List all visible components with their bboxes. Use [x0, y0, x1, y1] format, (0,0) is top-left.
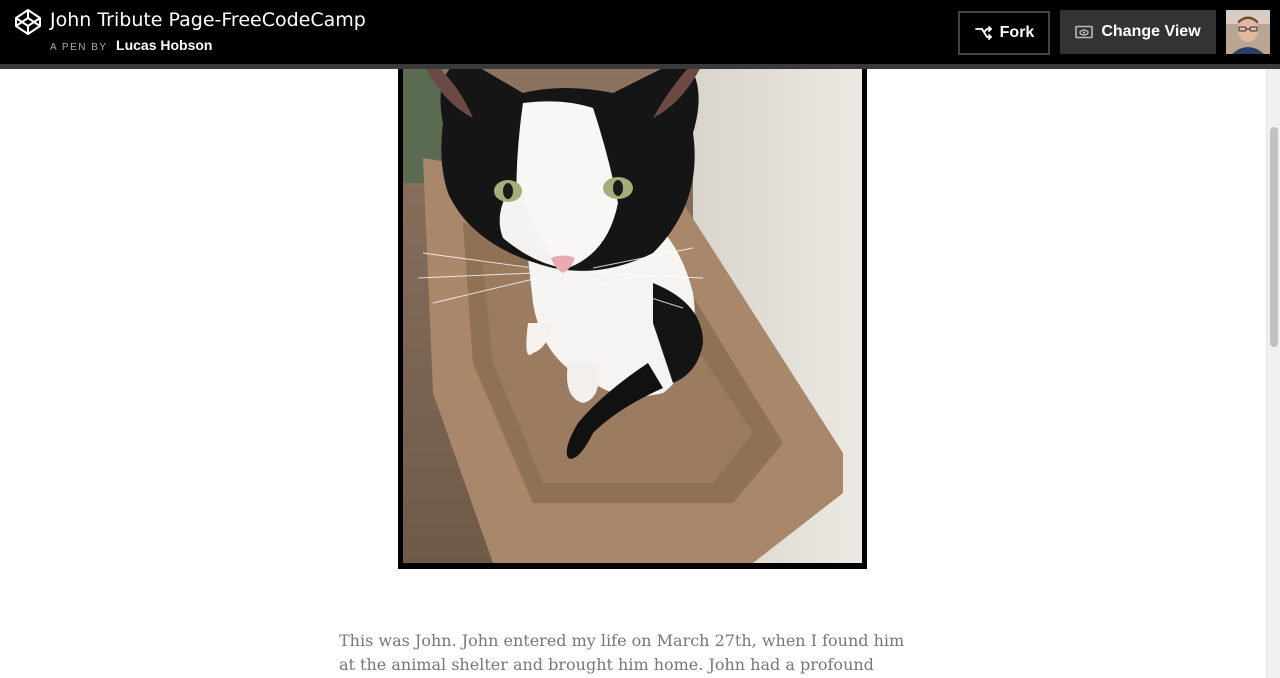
pen-title: John Tribute Page-FreeCodeCamp: [50, 9, 366, 31]
fork-icon: [974, 26, 992, 40]
scrollbar-thumb[interactable]: [1270, 127, 1278, 347]
vertical-scrollbar[interactable]: [1266, 69, 1280, 678]
byline-prefix: A PEN BY: [50, 42, 108, 53]
photo-frame: [398, 69, 867, 569]
change-view-button[interactable]: Change View: [1060, 10, 1216, 54]
pen-byline: A PEN BY Lucas Hobson: [50, 36, 213, 57]
change-view-label: Change View: [1101, 23, 1201, 40]
author-link[interactable]: Lucas Hobson: [116, 37, 212, 53]
fork-label: Fork: [999, 24, 1035, 41]
codepen-logo-icon[interactable]: [14, 8, 42, 36]
user-avatar[interactable]: [1226, 10, 1270, 54]
avatar-image: [1226, 10, 1270, 54]
pen-preview: This was John. John entered my life on M…: [0, 69, 1266, 678]
eye-icon: [1075, 25, 1094, 39]
codepen-header: John Tribute Page-FreeCodeCamp A PEN BY …: [0, 0, 1280, 69]
john-cat-photo: [403, 69, 862, 563]
tribute-paragraph: This was John. John entered my life on M…: [339, 631, 905, 674]
fork-button[interactable]: Fork: [958, 11, 1050, 55]
